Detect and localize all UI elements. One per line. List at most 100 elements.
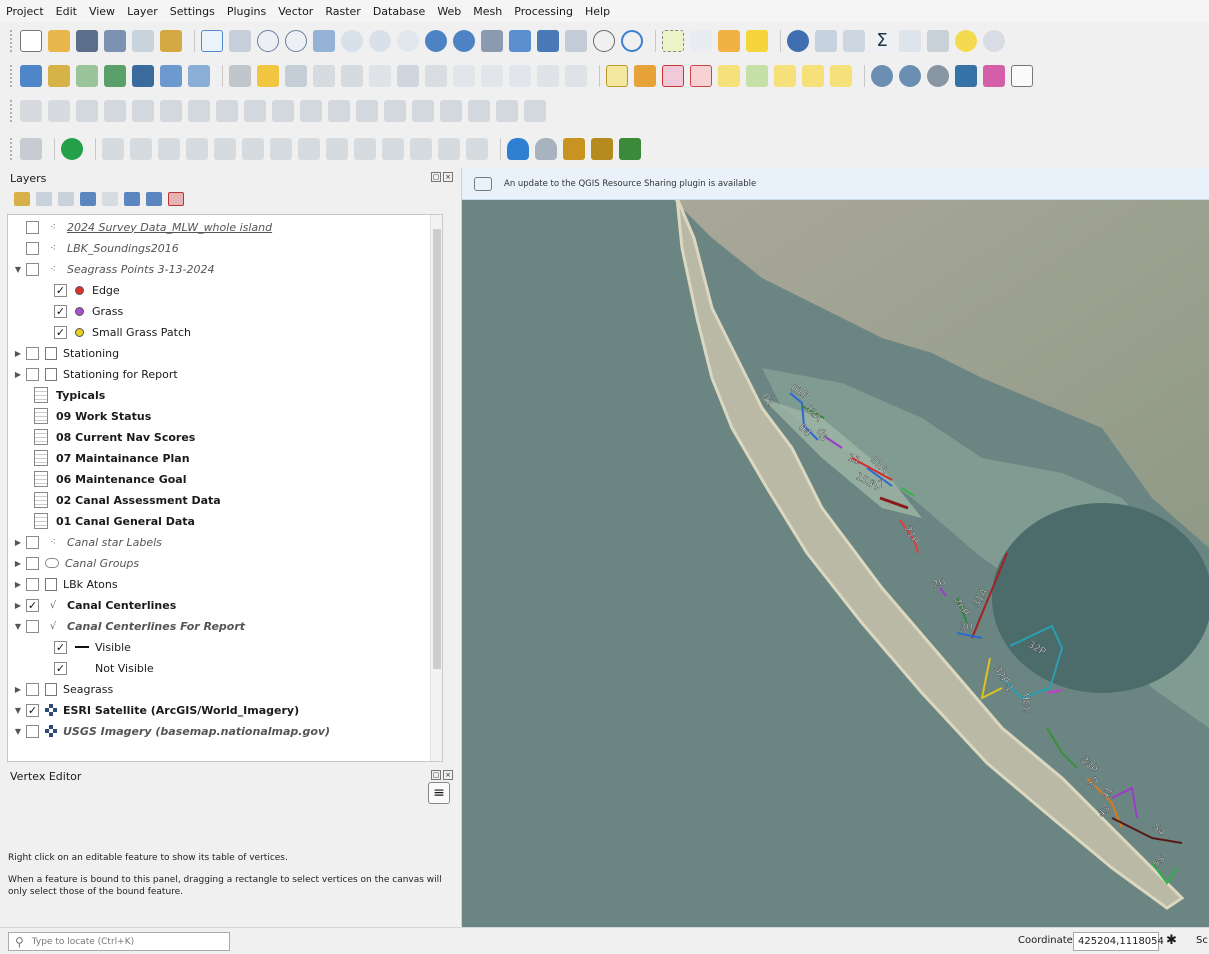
close-panel-icon[interactable]: × <box>443 770 453 780</box>
delete-ring-icon[interactable] <box>300 100 322 122</box>
manage-visibility-icon[interactable] <box>58 192 74 206</box>
legend-item[interactable]: ✓ Visible <box>52 637 131 657</box>
zoom-next-icon[interactable] <box>453 30 475 52</box>
tools-icon[interactable] <box>619 138 641 160</box>
layer-diagram-icon[interactable] <box>662 65 684 87</box>
layer-row[interactable]: ▼ ⁖ Seagrass Points 3-13-2024 <box>12 259 215 279</box>
expand-arrow-icon[interactable]: ▼ <box>12 727 24 736</box>
snapping-icon[interactable] <box>20 100 42 122</box>
layer-checkbox[interactable] <box>26 619 39 633</box>
add-raster-icon[interactable] <box>160 65 182 87</box>
delete-part-icon[interactable] <box>328 100 350 122</box>
pan-icon[interactable] <box>201 30 223 52</box>
menu-help[interactable]: Help <box>585 5 610 18</box>
open-project-icon[interactable] <box>48 30 70 52</box>
select-by-value-icon[interactable] <box>690 30 712 52</box>
print-layout-icon[interactable] <box>132 30 154 52</box>
expand-arrow-icon[interactable]: ▶ <box>12 559 24 568</box>
cut-features-icon[interactable] <box>453 65 475 87</box>
menu-web[interactable]: Web <box>437 5 461 18</box>
refresh-icon[interactable] <box>621 30 643 52</box>
modify-attributes-icon[interactable] <box>397 65 419 87</box>
trace-icon[interactable] <box>354 138 376 160</box>
change-label-icon[interactable] <box>830 65 852 87</box>
zoom-native-icon[interactable] <box>397 30 419 52</box>
layer-row[interactable]: ▶ Stationing for Report <box>12 364 178 384</box>
layer-labeling-icon[interactable] <box>634 65 656 87</box>
menu-view[interactable]: View <box>89 5 115 18</box>
remove-layer-icon[interactable] <box>168 192 184 206</box>
layer-checkbox[interactable] <box>26 724 39 738</box>
circle-icon[interactable] <box>158 138 180 160</box>
mmqgis-icon[interactable] <box>899 65 921 87</box>
locator-search[interactable]: ⚲ Type to locate (Ctrl+K) <box>8 932 230 951</box>
deselect-icon[interactable] <box>718 30 740 52</box>
layer-row[interactable]: ▶ LBk Atons <box>12 574 118 594</box>
split-line-icon[interactable] <box>382 138 404 160</box>
layer-row[interactable]: ▶ Seagrass <box>12 679 113 699</box>
layer-checkbox[interactable] <box>26 262 39 276</box>
regular-polygon-icon[interactable] <box>130 138 152 160</box>
hamburger-menu-icon[interactable]: ≡ <box>428 782 450 804</box>
menu-plugins[interactable]: Plugins <box>227 5 266 18</box>
float-panel-icon[interactable]: ▢ <box>431 172 441 182</box>
toolbar-grip[interactable] <box>10 100 14 122</box>
ellipse-icon[interactable] <box>186 138 208 160</box>
layer-row[interactable]: 07 Maintainance Plan <box>34 448 190 468</box>
layer-row[interactable]: ▼ USGS Imagery (basemap.nationalmap.gov) <box>12 721 330 741</box>
menu-mesh[interactable]: Mesh <box>473 5 502 18</box>
select-features-icon[interactable] <box>662 30 684 52</box>
save-project-icon[interactable] <box>76 30 98 52</box>
identify-icon[interactable] <box>787 30 809 52</box>
expand-arrow-icon[interactable]: ▶ <box>12 580 24 589</box>
layer-row[interactable]: ⁖ 2024 Survey Data_MLW_whole island <box>12 217 272 237</box>
layer-checkbox[interactable] <box>26 682 39 696</box>
legend-checkbox[interactable]: ✓ <box>54 304 67 318</box>
fill-ring-icon[interactable] <box>272 100 294 122</box>
zoom-in-icon[interactable] <box>257 30 279 52</box>
db-manager-icon[interactable] <box>20 138 42 160</box>
labeling-icon[interactable] <box>606 65 628 87</box>
delete-selected-icon[interactable] <box>425 65 447 87</box>
show-hide-labels-icon[interactable] <box>746 65 768 87</box>
highlight-pinned-labels-icon[interactable] <box>690 65 712 87</box>
collapse-all-icon[interactable] <box>146 192 162 206</box>
qgis2web-icon[interactable] <box>927 65 949 87</box>
layer-checkbox[interactable] <box>26 556 39 570</box>
layer-row[interactable]: Typicals <box>34 385 105 405</box>
fill-tool-icon[interactable] <box>326 138 348 160</box>
layer-row[interactable]: 08 Current Nav Scores <box>34 427 195 447</box>
expand-arrow-icon[interactable]: ▶ <box>12 538 24 547</box>
menu-database[interactable]: Database <box>373 5 426 18</box>
expand-arrow-icon[interactable]: ▼ <box>12 706 24 715</box>
layer-row[interactable]: ▼ ✓ ESRI Satellite (ArcGIS/World_Imagery) <box>12 700 299 720</box>
merge-line-icon[interactable] <box>410 138 432 160</box>
new-map-view-icon[interactable] <box>481 30 503 52</box>
layer-tree[interactable]: ⁖ 2024 Survey Data_MLW_whole island ⁖ LB… <box>7 214 443 762</box>
layer-checkbox[interactable] <box>26 535 39 549</box>
digitize-line-icon[interactable] <box>313 65 335 87</box>
menu-edit[interactable]: Edit <box>56 5 77 18</box>
expand-arrow-icon[interactable]: ▼ <box>12 265 24 274</box>
style-manager-icon[interactable] <box>160 30 182 52</box>
legend-item[interactable]: ✓ Edge <box>52 280 120 300</box>
new-3d-view-icon[interactable] <box>509 30 531 52</box>
layer-row[interactable]: 09 Work Status <box>34 406 151 426</box>
layer-checkbox[interactable]: ✓ <box>26 598 39 612</box>
digitize-point-icon[interactable] <box>341 65 363 87</box>
layer-row[interactable]: 02 Canal Assessment Data <box>34 490 221 510</box>
split-parts-icon[interactable] <box>384 100 406 122</box>
simplify-icon[interactable] <box>188 100 210 122</box>
expand-arrow-icon[interactable]: ▶ <box>12 685 24 694</box>
arc-icon[interactable] <box>242 138 264 160</box>
layer-row[interactable]: ⁖ LBK_Soundings2016 <box>12 238 179 258</box>
cloud-upload-icon[interactable] <box>535 138 557 160</box>
toolbox-icon[interactable] <box>843 30 865 52</box>
python-console-icon[interactable] <box>955 65 977 87</box>
new-virtual-layer-icon[interactable] <box>132 65 154 87</box>
layer-row[interactable]: ▶ Canal Groups <box>12 553 139 573</box>
statistics-icon[interactable]: Σ <box>871 30 893 52</box>
legend-checkbox[interactable]: ✓ <box>54 325 67 339</box>
dissolve-icon[interactable] <box>466 138 488 160</box>
circular-string-icon[interactable] <box>270 138 292 160</box>
